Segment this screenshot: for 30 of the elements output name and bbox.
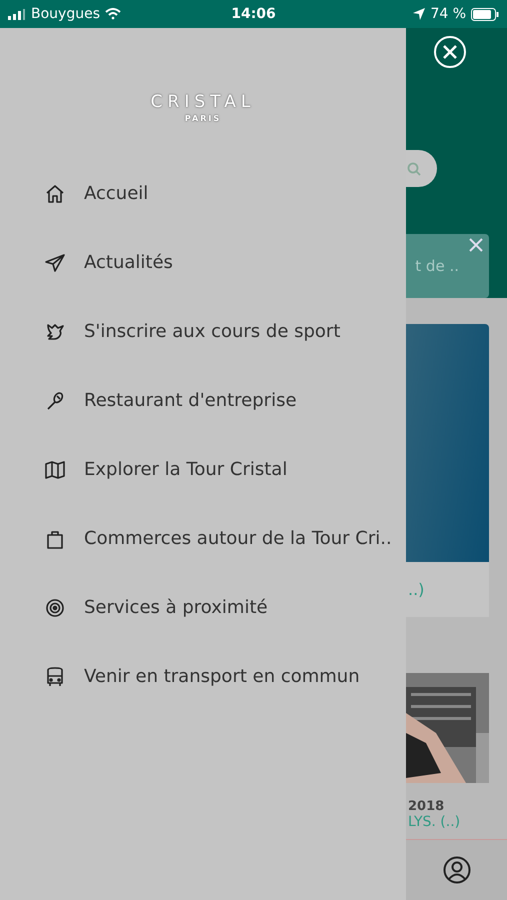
clock-time: 14:06 (231, 6, 276, 22)
paper-plane-icon (44, 252, 66, 274)
search-field[interactable] (406, 150, 437, 187)
signal-icon (8, 8, 26, 20)
close-icon (443, 45, 457, 59)
menu-item[interactable]: Venir en transport en commun (0, 642, 406, 711)
battery-icon (471, 8, 500, 20)
home-icon (44, 182, 66, 204)
bus-icon (44, 666, 66, 688)
menu-item[interactable]: Accueil (0, 159, 406, 228)
menu-item[interactable]: Actualités (0, 228, 406, 297)
search-icon (407, 162, 421, 176)
target-icon (44, 596, 66, 618)
notice-text: t de .. (415, 257, 459, 275)
menu-item[interactable]: Restaurant d'entreprise (0, 366, 406, 435)
battery-percent: 74 % (430, 6, 466, 22)
logo-wordmark: CRISTAL (150, 92, 256, 112)
post-date: 2018 (408, 799, 446, 814)
logo-city: PARIS (184, 114, 222, 123)
menu-item[interactable]: Services à proximité (0, 573, 406, 642)
close-button[interactable] (434, 36, 466, 68)
user-icon[interactable] (442, 856, 470, 884)
map-icon (44, 458, 66, 480)
menu-item[interactable]: Explorer la Tour Cristal (0, 435, 406, 504)
menu-item[interactable]: Commerces autour de la Tour Cri.. (0, 504, 406, 573)
location-arrow-icon (413, 8, 426, 20)
close-icon[interactable] (469, 238, 483, 252)
menu-item[interactable]: S'inscrire aux cours de sport (0, 297, 406, 366)
carrier-name: Bouygues (31, 6, 100, 22)
wifi-icon (105, 8, 121, 20)
